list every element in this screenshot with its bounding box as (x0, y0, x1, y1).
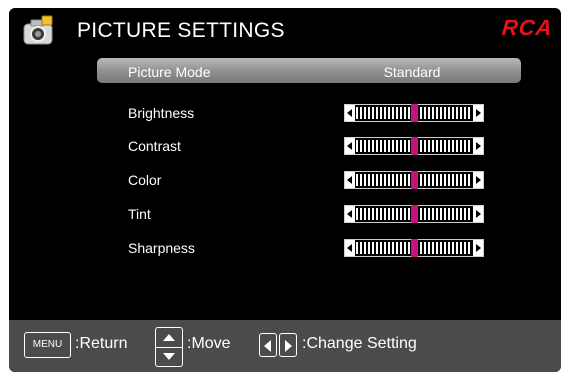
sharpness-slider[interactable] (344, 239, 484, 257)
right-arrow-icon[interactable] (279, 333, 297, 357)
setting-row-contrast[interactable]: Contrast (128, 135, 508, 157)
picture-mode-label: Picture Mode (128, 64, 211, 80)
slider-left-arrow-icon[interactable] (345, 206, 355, 222)
color-slider[interactable] (344, 171, 484, 189)
slider-right-arrow-icon[interactable] (473, 172, 483, 188)
return-hint: :Return (75, 335, 128, 352)
setting-row-color[interactable]: Color (128, 169, 508, 191)
slider-track (356, 205, 472, 223)
setting-label: Sharpness (128, 240, 195, 256)
setting-label: Tint (128, 206, 151, 222)
move-hint: :Move (187, 335, 231, 352)
slider-right-arrow-icon[interactable] (473, 138, 483, 154)
change-setting-hint: :Change Setting (302, 335, 417, 352)
slider-thumb[interactable] (411, 104, 418, 122)
page-title: PICTURE SETTINGS (77, 19, 285, 42)
up-arrow-icon[interactable] (156, 328, 182, 348)
tint-slider[interactable] (344, 205, 484, 223)
slider-right-arrow-icon[interactable] (473, 105, 483, 121)
help-bar: MENU :Return :Move :Change Setting (9, 320, 561, 372)
setting-row-tint[interactable]: Tint (128, 203, 508, 225)
setting-row-brightness[interactable]: Brightness (128, 102, 508, 124)
slider-track (356, 137, 472, 155)
setting-label: Contrast (128, 138, 181, 154)
setting-label: Color (128, 172, 162, 188)
down-arrow-icon[interactable] (156, 347, 182, 366)
left-arrow-icon[interactable] (259, 333, 277, 357)
slider-right-arrow-icon[interactable] (473, 206, 483, 222)
brightness-slider[interactable] (344, 104, 484, 122)
brand-logo: RCA (501, 15, 555, 40)
slider-track (356, 171, 472, 189)
picture-settings-icon (22, 14, 56, 48)
slider-left-arrow-icon[interactable] (345, 172, 355, 188)
slider-right-arrow-icon[interactable] (473, 240, 483, 256)
setting-row-sharpness[interactable]: Sharpness (128, 237, 508, 259)
slider-left-arrow-icon[interactable] (345, 138, 355, 154)
slider-track (356, 239, 472, 257)
setting-label: Brightness (128, 105, 195, 121)
slider-track (356, 104, 472, 122)
slider-thumb[interactable] (411, 239, 418, 257)
slider-thumb[interactable] (411, 205, 418, 223)
slider-left-arrow-icon[interactable] (345, 105, 355, 121)
picture-mode-row[interactable]: Picture Mode Standard (97, 58, 521, 96)
slider-left-arrow-icon[interactable] (345, 240, 355, 256)
up-down-keys[interactable] (155, 327, 183, 367)
picture-mode-value[interactable]: Standard (367, 64, 457, 80)
osd-screen: PICTURE SETTINGS RCA Picture Mode Standa… (9, 8, 561, 372)
menu-key-button[interactable]: MENU (24, 332, 71, 358)
slider-thumb[interactable] (411, 137, 418, 155)
slider-thumb[interactable] (411, 171, 418, 189)
contrast-slider[interactable] (344, 137, 484, 155)
